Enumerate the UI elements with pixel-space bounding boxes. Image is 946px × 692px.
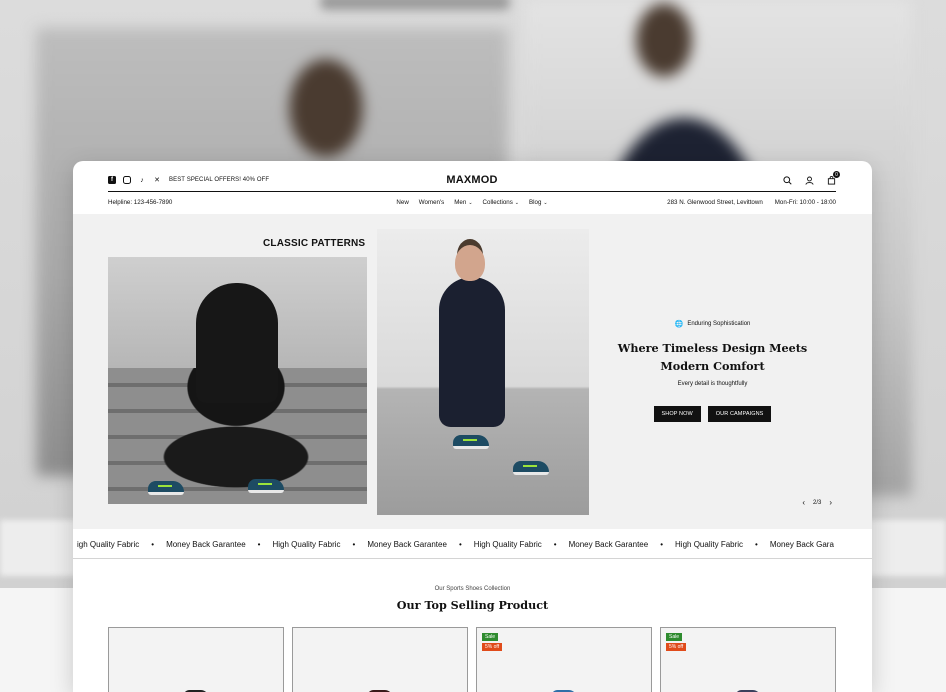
nav-label: Collections (482, 198, 513, 206)
chevron-down-icon: ⌄ (514, 199, 519, 206)
nav-item-new[interactable]: New (396, 199, 408, 206)
instagram-icon[interactable] (123, 176, 131, 184)
marquee-item: High Quality Fabric (675, 539, 744, 549)
hero-heading: CLASSIC PATTERNS (263, 238, 366, 249)
globe-icon: 🌐 (674, 321, 684, 328)
products-eyebrow: Our Sports Shoes Collection (434, 586, 511, 592)
helpline-text: Helpline: 123-456-7890 (108, 198, 173, 206)
bullet-icon: • (755, 539, 758, 549)
bullet-icon: • (553, 539, 557, 549)
nav-item-collections[interactable]: Collections ⌄ (483, 199, 519, 206)
nav-item-men[interactable]: Men ⌄ (454, 199, 472, 206)
nav-item-blog[interactable]: Blog ⌄ (529, 199, 548, 206)
chevron-down-icon: ⌄ (543, 199, 548, 206)
hero-section: CLASSIC PATTERNS 🌐 Enduring Sophisticati… (73, 214, 872, 529)
feature-marquee: igh Quality Fabric • Money Back Garantee •… (73, 535, 872, 553)
marquee-item: Money Back Garantee (568, 539, 649, 549)
product-card[interactable]: Sale 5% off (476, 627, 652, 692)
nav-label: New (396, 198, 409, 206)
hero-title: Where Timeless Design Meets Modern Comfo… (593, 339, 832, 375)
section-divider (73, 558, 872, 559)
marquee-item: Money Back Garantee (367, 539, 447, 549)
top-bar: f ♪ ✕ BEST SPECIAL OFFERS! 40% OFF MAXMO… (108, 169, 840, 191)
hero-title-line: Where Timeless Design Meets (617, 341, 808, 355)
marquee-item: Money Back Gara (769, 539, 834, 549)
shop-now-button[interactable]: SHOP NOW (653, 406, 701, 422)
bullet-icon: • (352, 539, 356, 549)
discount-badge: 5% off (482, 643, 503, 651)
product-card[interactable] (292, 627, 468, 692)
marquee-item: High Quality Fabric (272, 539, 341, 549)
bullet-icon: • (151, 539, 155, 549)
store-hours: Mon-Fri: 10:00 - 18:00 (774, 198, 836, 206)
hero-subtitle: Every detail is thoughtfully (677, 381, 748, 387)
account-icon[interactable] (804, 175, 814, 185)
promo-text: BEST SPECIAL OFFERS! 40% OFF (169, 177, 270, 183)
hero-buttons: SHOP NOW OUR CAMPAIGNS (593, 406, 832, 422)
sale-badge: Sale (482, 633, 499, 641)
cart-count-badge: 0 (833, 171, 840, 178)
product-card[interactable] (108, 627, 284, 692)
marquee-item: Money Back Garantee (166, 539, 246, 549)
bullet-icon: • (660, 539, 664, 549)
x-icon[interactable]: ✕ (153, 176, 161, 184)
hero-title-line: Modern Comfort (660, 359, 765, 373)
site-logo[interactable]: MAXMOD (446, 174, 497, 186)
sale-badge: Sale (666, 633, 683, 641)
header-actions: 0 (782, 171, 840, 185)
shoe-image (148, 481, 184, 495)
marquee-item: igh Quality Fabric (77, 539, 140, 549)
bullet-icon: • (257, 539, 261, 549)
shoe-image (453, 435, 489, 449)
nav-row: Helpline: 123-456-7890 New Women's Men ⌄ … (108, 195, 836, 209)
hero-eyebrow: 🌐 Enduring Sophistication (593, 320, 832, 328)
website-preview: f ♪ ✕ BEST SPECIAL OFFERS! 40% OFF MAXMO… (73, 161, 872, 692)
our-campaigns-button[interactable]: OUR CAMPAIGNS (707, 406, 772, 422)
product-grid: Sale 5% off Sale 5% off (108, 627, 836, 692)
hero-photo-right (377, 229, 589, 515)
nav-label: Men (454, 198, 467, 206)
chevron-right-icon[interactable]: › (829, 498, 832, 507)
hero-copy: 🌐 Enduring Sophistication Where Timeless… (593, 214, 832, 529)
hero-photo-left (108, 257, 367, 504)
marquee-item: High Quality Fabric (473, 539, 542, 549)
slide-counter: 2/3 (812, 499, 822, 506)
nav-label: Blog (529, 198, 542, 206)
bullet-icon: • (458, 539, 462, 549)
tiktok-icon[interactable]: ♪ (138, 176, 146, 184)
slider-pager: ‹ 2/3 › (802, 498, 832, 507)
main-nav: New Women's Men ⌄ Collections ⌄ Blog ⌄ (396, 199, 547, 206)
store-info: 283 N. Glenwood Street, Levittown Mon-Fr… (667, 199, 836, 206)
social-links: f ♪ ✕ (108, 176, 161, 184)
shoe-image (513, 461, 549, 475)
chevron-down-icon: ⌄ (468, 199, 473, 206)
header-divider (108, 191, 836, 192)
nav-item-womens[interactable]: Women's (419, 199, 444, 206)
cart-icon[interactable]: 0 (826, 171, 840, 185)
shoe-image (248, 479, 284, 493)
store-address: 283 N. Glenwood Street, Levittown (667, 198, 763, 206)
product-card[interactable]: Sale 5% off (660, 627, 836, 692)
facebook-icon[interactable]: f (108, 176, 116, 184)
blurred-heading (320, 0, 510, 10)
nav-label: Women's (418, 198, 445, 206)
hero-eyebrow-text: Enduring Sophistication (687, 321, 751, 327)
chevron-left-icon[interactable]: ‹ (802, 498, 805, 507)
search-icon[interactable] (782, 175, 792, 185)
products-title: Our Top Selling Product (396, 598, 549, 612)
discount-badge: 5% off (666, 643, 687, 651)
